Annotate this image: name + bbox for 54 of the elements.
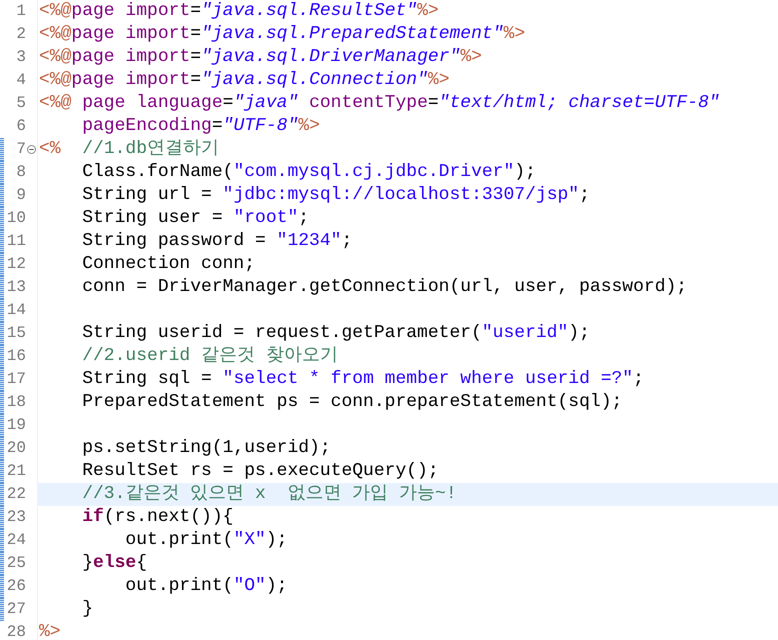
line-number: 6 xyxy=(15,116,26,137)
code-line: //2.userid 같은것 찾아오기 xyxy=(81,345,339,368)
code-line: PreparedStatement ps = conn.prepareStatement(sql); xyxy=(81,391,624,414)
line-number: 18 xyxy=(6,392,26,413)
line-number: 15 xyxy=(6,323,26,344)
code-line: Connection conn; xyxy=(81,253,256,276)
line-number: 5 xyxy=(15,93,26,114)
code-line: out.print("O"); xyxy=(124,575,288,598)
line-number: 26 xyxy=(6,576,26,597)
code-line: } xyxy=(81,598,94,621)
line-number: 16 xyxy=(6,346,26,367)
code-line: ResultSet rs = ps.executeQuery(); xyxy=(81,460,440,483)
line-number: 7 xyxy=(15,139,26,160)
line-number: 3 xyxy=(15,47,26,68)
line-number: 27 xyxy=(6,599,26,620)
line-number: 14 xyxy=(6,300,26,321)
line-number: 25 xyxy=(6,553,26,574)
line-number: 2 xyxy=(15,24,26,45)
line-number: 11 xyxy=(6,231,26,252)
line-number: 28 xyxy=(6,622,26,640)
line-number: 9 xyxy=(15,185,26,206)
code-line: <%@page import="java.sql.Connection"%> xyxy=(38,69,451,92)
code-line: <%@page import="java.sql.DriverManager"%> xyxy=(38,46,483,69)
code-line: String sql = "select * from member where userid =?"; xyxy=(81,368,645,391)
collapse-icon[interactable] xyxy=(27,145,36,154)
code-line: pageEncoding="UTF-8"%> xyxy=(81,115,321,138)
line-number: 12 xyxy=(6,254,26,275)
code-line: <% //1.db연결하기 xyxy=(38,138,220,161)
code-line: }else{ xyxy=(81,552,148,575)
line-number: 17 xyxy=(6,369,26,390)
code-line: out.print("X"); xyxy=(124,529,288,552)
code-line: <%@page import="java.sql.ResultSet"%> xyxy=(38,0,440,23)
code-line: ps.setString(1,userid); xyxy=(81,437,332,460)
line-number: 22 xyxy=(6,484,26,505)
line-number: 24 xyxy=(6,530,26,551)
code-line: String userid = request.getParameter("userid"); xyxy=(81,322,591,345)
code-line: if(rs.next()){ xyxy=(81,506,234,529)
code-line: String user = "root"; xyxy=(81,207,310,230)
code-line: %> xyxy=(38,621,62,640)
line-number: 21 xyxy=(6,461,26,482)
code-line: Class.forName("com.mysql.cj.jdbc.Driver"); xyxy=(81,161,537,184)
line-number: 13 xyxy=(6,277,26,298)
code-line: <%@ page language="java" contentType="text/html; charset=UTF-8" xyxy=(38,92,721,115)
line-number: 1 xyxy=(15,1,26,22)
code-line: <%@page import="java.sql.PreparedStatement"%> xyxy=(38,23,526,46)
line-number: 4 xyxy=(15,70,26,91)
code-line: String url = "jdbc:mysql://localhost:3307/jsp"; xyxy=(81,184,591,207)
line-number: 23 xyxy=(6,507,26,528)
code-line: conn = DriverManager.getConnection(url, user, password); xyxy=(81,276,688,299)
line-number: 10 xyxy=(6,208,26,229)
code-line: String password = "1234"; xyxy=(81,230,354,253)
line-number: 8 xyxy=(15,162,26,183)
line-number: 20 xyxy=(6,438,26,459)
line-number: 19 xyxy=(6,415,26,436)
